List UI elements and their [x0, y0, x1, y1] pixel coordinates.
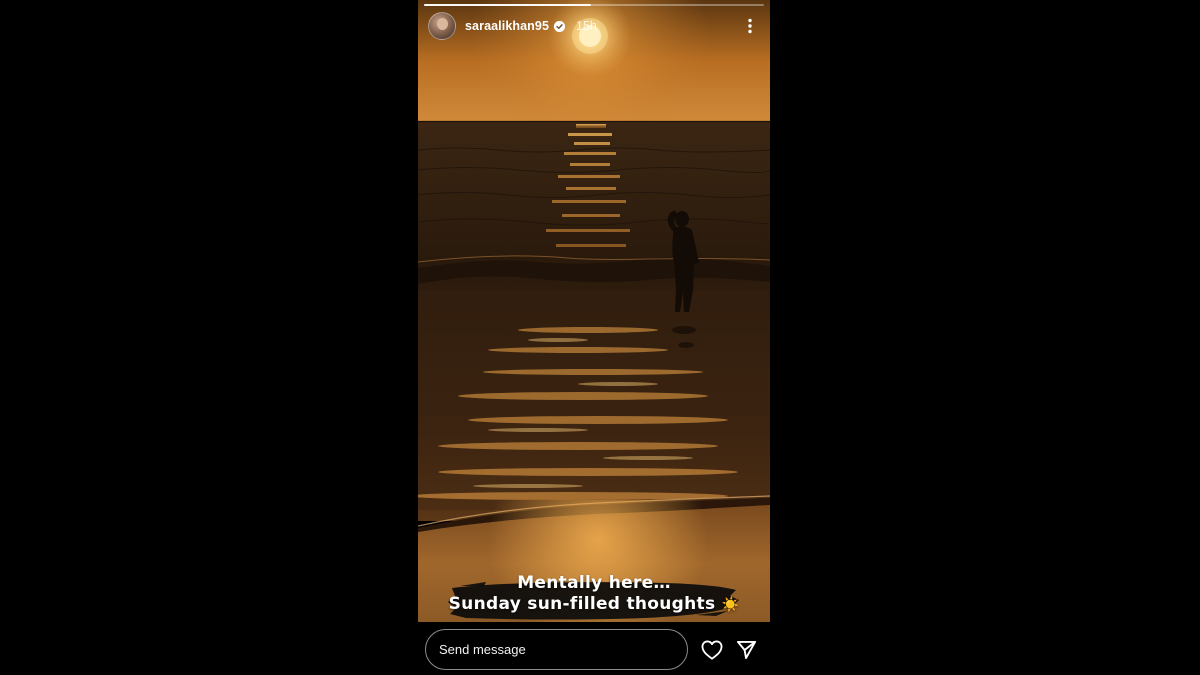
send-icon[interactable]: [734, 638, 758, 662]
sun-emoji: ☀️: [721, 597, 740, 613]
avatar[interactable]: [428, 12, 456, 40]
heart-icon[interactable]: [700, 638, 724, 662]
story-timestamp: 15h: [576, 19, 597, 33]
story-footer: [418, 622, 770, 675]
story-progress-bar: [424, 4, 764, 6]
story-progress-fill: [424, 4, 591, 6]
caption-line-2-text: Sunday sun-filled thoughts: [448, 594, 716, 614]
caption-line-2: Sunday sun-filled thoughts ☀️: [418, 594, 770, 616]
story-viewer: saraalikhan95 15h Mentally here… Sunday …: [418, 0, 770, 675]
more-options-icon[interactable]: [740, 14, 760, 38]
verified-badge-icon: [554, 20, 565, 32]
username[interactable]: saraalikhan95: [465, 19, 549, 33]
story-media[interactable]: saraalikhan95 15h Mentally here… Sunday …: [418, 0, 770, 622]
story-caption: Mentally here… Sunday sun-filled thought…: [418, 573, 770, 616]
caption-line-1: Mentally here…: [517, 573, 671, 593]
sunset-beach-photo: [418, 0, 770, 622]
story-header: saraalikhan95 15h: [428, 12, 760, 40]
send-message-input[interactable]: [425, 629, 688, 670]
